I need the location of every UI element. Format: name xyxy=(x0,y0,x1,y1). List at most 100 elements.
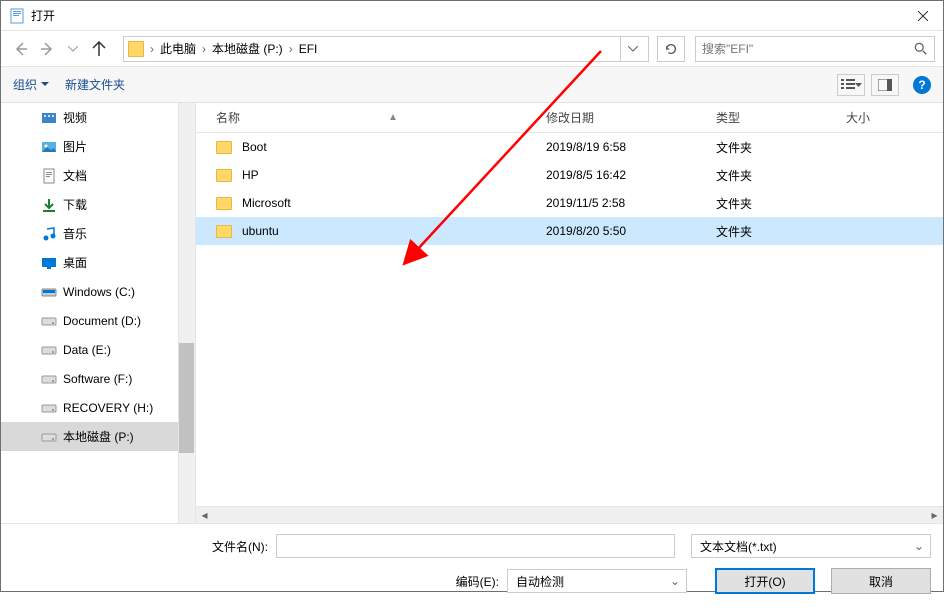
sidebar-item[interactable]: Software (F:) xyxy=(1,364,195,393)
sidebar-item-label: 本地磁盘 (P:) xyxy=(63,428,134,445)
sidebar-item-label: RECOVERY (H:) xyxy=(63,401,153,415)
breadcrumb-item[interactable]: 本地磁盘 (P:) xyxy=(210,40,285,57)
breadcrumb-dropdown[interactable] xyxy=(620,37,644,61)
titlebar: 打开 xyxy=(1,1,943,31)
file-list: 名称▲ 修改日期 类型 大小 Boot2019/8/19 6:58文件夹HP20… xyxy=(196,103,943,523)
column-date[interactable]: 修改日期 xyxy=(546,109,716,126)
sidebar-item-label: Windows (C:) xyxy=(63,285,135,299)
file-type: 文件夹 xyxy=(716,167,846,184)
preview-pane-button[interactable] xyxy=(871,74,899,96)
refresh-button[interactable] xyxy=(657,36,685,62)
file-row[interactable]: HP2019/8/5 16:42文件夹 xyxy=(196,161,943,189)
pictures-icon xyxy=(41,139,57,155)
drive-ext-icon xyxy=(41,400,57,416)
drive-ext-icon xyxy=(41,371,57,387)
sidebar-item[interactable]: 视频 xyxy=(1,103,195,132)
chevron-down-icon: ⌄ xyxy=(914,539,924,553)
cancel-button[interactable]: 取消 xyxy=(831,568,931,594)
up-button[interactable] xyxy=(87,37,111,61)
close-icon xyxy=(918,11,928,21)
file-date: 2019/8/19 6:58 xyxy=(546,140,716,154)
folder-icon xyxy=(216,197,232,210)
sidebar-item[interactable]: Windows (C:) xyxy=(1,277,195,306)
drive-ext-icon xyxy=(41,429,57,445)
search-icon xyxy=(914,42,928,56)
close-button[interactable] xyxy=(903,1,943,31)
search-box[interactable] xyxy=(695,36,935,62)
file-name: Boot xyxy=(242,140,267,154)
arrow-up-icon xyxy=(91,41,107,57)
scrollbar-thumb[interactable] xyxy=(179,343,194,453)
encoding-select[interactable]: 自动检测 ⌄ xyxy=(507,569,687,593)
file-name: HP xyxy=(242,168,259,182)
downloads-icon xyxy=(41,197,57,213)
file-name: ubuntu xyxy=(242,224,279,238)
back-button[interactable] xyxy=(9,37,33,61)
chevron-right-icon: › xyxy=(285,42,297,56)
file-row[interactable]: Boot 2019/8/19 6:58文件夹 xyxy=(196,133,943,161)
file-type: 文件夹 xyxy=(716,139,846,156)
column-headers: 名称▲ 修改日期 类型 大小 xyxy=(196,103,943,133)
sidebar-item-label: 桌面 xyxy=(63,254,87,271)
sidebar-item[interactable]: Document (D:) xyxy=(1,306,195,335)
filename-input[interactable] xyxy=(276,534,675,558)
help-button[interactable]: ? xyxy=(913,76,931,94)
scrollbar-vertical[interactable] xyxy=(178,103,195,523)
column-size[interactable]: 大小 xyxy=(846,109,906,126)
sidebar-item[interactable]: 下载 xyxy=(1,190,195,219)
scroll-left-icon[interactable]: ◂ xyxy=(196,507,213,524)
drive-ext-icon xyxy=(41,313,57,329)
file-date: 2019/8/20 5:50 xyxy=(546,224,716,238)
refresh-icon xyxy=(664,42,678,56)
breadcrumb[interactable]: › 此电脑 › 本地磁盘 (P:) › EFI xyxy=(123,36,649,62)
new-folder-button[interactable]: 新建文件夹 xyxy=(65,76,125,93)
open-button[interactable]: 打开(O) xyxy=(715,568,815,594)
sidebar-item[interactable]: 桌面 xyxy=(1,248,195,277)
sidebar-item[interactable]: 图片 xyxy=(1,132,195,161)
breadcrumb-item[interactable]: 此电脑 xyxy=(158,40,198,57)
sidebar-item-label: 音乐 xyxy=(63,225,87,242)
chevron-down-icon xyxy=(855,83,862,87)
folder-icon xyxy=(128,41,144,57)
arrow-left-icon xyxy=(13,41,29,57)
recent-dropdown[interactable] xyxy=(61,37,85,61)
sidebar-item[interactable]: Data (E:) xyxy=(1,335,195,364)
file-type: 文件夹 xyxy=(716,223,846,240)
chevron-down-icon xyxy=(628,46,638,52)
encoding-value: 自动检测 xyxy=(516,573,564,590)
file-row[interactable]: ubuntu 2019/8/20 5:50文件夹 xyxy=(196,217,943,245)
documents-icon xyxy=(41,168,57,184)
breadcrumb-item[interactable]: EFI xyxy=(297,42,320,56)
sidebar-item[interactable]: RECOVERY (H:) xyxy=(1,393,195,422)
encoding-label: 编码(E): xyxy=(456,573,499,590)
organize-menu[interactable]: 组织 xyxy=(13,76,49,93)
sidebar: 视频图片文档下载音乐桌面 Windows (C:) Document (D:) Dat… xyxy=(1,103,196,523)
organize-label: 组织 xyxy=(13,76,37,93)
file-type: 文件夹 xyxy=(716,195,846,212)
footer: 文件名(N): 文本文档(*.txt) ⌄ 编码(E): 自动检测 ⌄ 打开(O… xyxy=(1,523,943,614)
sidebar-item[interactable]: 本地磁盘 (P:) xyxy=(1,422,195,451)
file-row[interactable]: Microsoft2019/11/5 2:58文件夹 xyxy=(196,189,943,217)
chevron-down-icon xyxy=(41,82,49,87)
sidebar-item-label: Document (D:) xyxy=(63,314,141,328)
toolbar: 组织 新建文件夹 ? xyxy=(1,67,943,103)
forward-button[interactable] xyxy=(35,37,59,61)
list-icon xyxy=(841,79,855,91)
sidebar-item[interactable]: 文档 xyxy=(1,161,195,190)
sidebar-item-label: 下载 xyxy=(63,196,87,213)
video-icon xyxy=(41,110,57,126)
column-name[interactable]: 名称▲ xyxy=(216,109,546,126)
scrollbar-horizontal[interactable]: ◂ ▸ xyxy=(196,506,943,523)
view-details-button[interactable] xyxy=(837,74,865,96)
chevron-down-icon: ⌄ xyxy=(670,574,680,588)
folder-icon xyxy=(216,225,232,238)
file-type-filter[interactable]: 文本文档(*.txt) ⌄ xyxy=(691,534,931,558)
app-icon xyxy=(9,8,25,24)
search-input[interactable] xyxy=(702,42,914,56)
sidebar-item-label: 视频 xyxy=(63,109,87,126)
sidebar-item[interactable]: 音乐 xyxy=(1,219,195,248)
window-title: 打开 xyxy=(31,7,903,24)
file-date: 2019/11/5 2:58 xyxy=(546,196,716,210)
column-type[interactable]: 类型 xyxy=(716,109,846,126)
scroll-right-icon[interactable]: ▸ xyxy=(926,507,943,524)
